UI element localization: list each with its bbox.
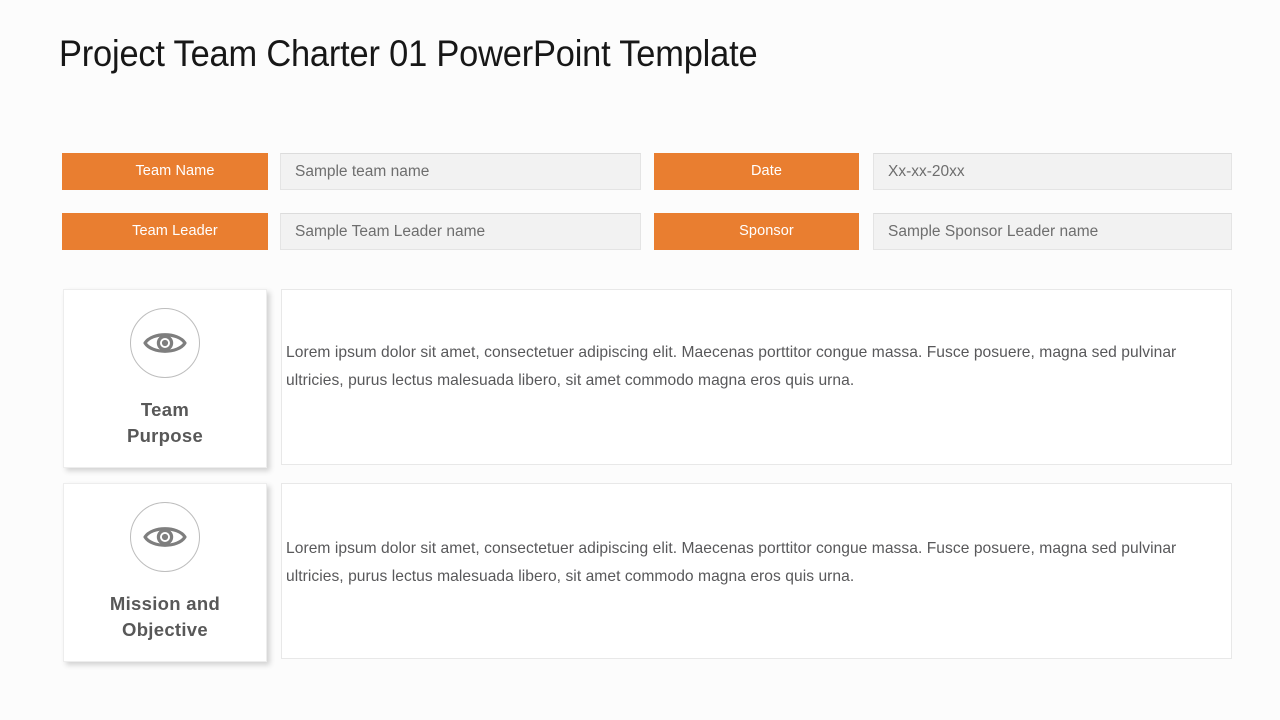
section-icon-card-mission-and-objective[interactable]: Mission and Objective xyxy=(63,483,267,662)
section-label-line2: Purpose xyxy=(126,425,204,446)
section-label-line2: Objective xyxy=(122,619,208,640)
section-team-purpose: Team Purpose Lorem ipsum dolor sit amet,… xyxy=(0,289,1280,471)
eye-icon xyxy=(130,502,200,572)
slide-canvas: Project Team Charter 01 PowerPoint Templ… xyxy=(0,0,1280,720)
section-mission-and-objective: Mission and Objective Lorem ipsum dolor … xyxy=(0,483,1280,665)
eye-icon xyxy=(130,308,200,378)
field-value-team-name[interactable]: Sample team name xyxy=(280,153,641,190)
section-label-line1: Mission and xyxy=(109,593,221,614)
section-body-text-team-purpose: Lorem ipsum dolor sit amet, consectetuer… xyxy=(286,344,1177,389)
section-content-panel-team-purpose[interactable]: Lorem ipsum dolor sit amet, consectetuer… xyxy=(281,289,1232,465)
section-label-team-purpose: Team Purpose xyxy=(78,397,253,449)
field-value-team-leader[interactable]: Sample Team Leader name xyxy=(280,213,641,250)
section-label-mission-and-objective: Mission and Objective xyxy=(78,591,253,643)
charter-header-form: Team Name Sample team name Date Xx-xx-20… xyxy=(0,0,1280,260)
field-label-team-leader: Team Leader xyxy=(62,213,268,250)
section-body-text-mission-and-objective: Lorem ipsum dolor sit amet, consectetuer… xyxy=(286,540,1177,585)
field-label-sponsor: Sponsor xyxy=(654,213,859,250)
field-value-sponsor[interactable]: Sample Sponsor Leader name xyxy=(873,213,1232,250)
field-label-date: Date xyxy=(654,153,859,190)
section-content-panel-mission-and-objective[interactable]: Lorem ipsum dolor sit amet, consectetuer… xyxy=(281,483,1232,659)
section-label-line1: Team xyxy=(140,399,190,420)
field-value-date[interactable]: Xx-xx-20xx xyxy=(873,153,1232,190)
field-label-team-name: Team Name xyxy=(62,153,268,190)
section-icon-card-team-purpose[interactable]: Team Purpose xyxy=(63,289,267,468)
